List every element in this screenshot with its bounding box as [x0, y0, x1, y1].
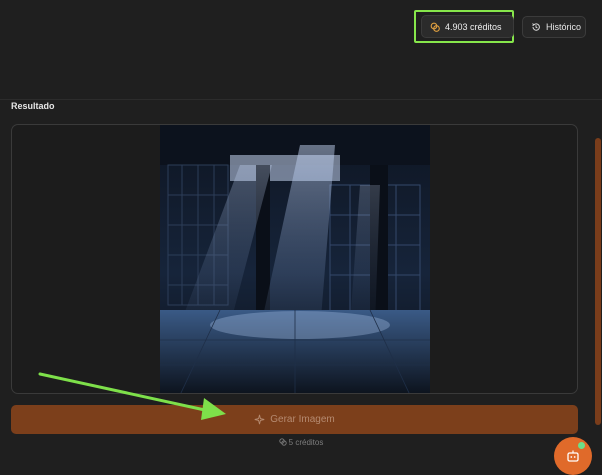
- scrollbar-thumb[interactable]: [595, 138, 601, 425]
- coins-icon: [430, 22, 440, 32]
- result-title: Resultado: [11, 101, 55, 111]
- chat-bot-button[interactable]: [554, 437, 592, 475]
- notification-badge: [577, 441, 586, 450]
- credits-button[interactable]: 4.903 créditos: [421, 15, 514, 38]
- generated-image[interactable]: [160, 125, 430, 394]
- result-panel: [11, 124, 578, 394]
- coins-icon: [279, 438, 287, 446]
- generate-button-label: Gerar Imagem: [270, 414, 335, 425]
- sparkle-icon: [254, 414, 265, 425]
- history-icon: [531, 22, 541, 32]
- generation-cost: 5 créditos: [0, 438, 602, 447]
- generate-image-button[interactable]: Gerar Imagem: [11, 405, 578, 434]
- chat-bot-icon: [567, 450, 579, 462]
- history-button[interactable]: Histórico: [522, 16, 586, 38]
- credits-label: 4.903 créditos: [445, 21, 502, 32]
- history-label: Histórico: [546, 22, 582, 32]
- section-divider: [0, 99, 602, 100]
- cost-label: 5 créditos: [288, 438, 324, 447]
